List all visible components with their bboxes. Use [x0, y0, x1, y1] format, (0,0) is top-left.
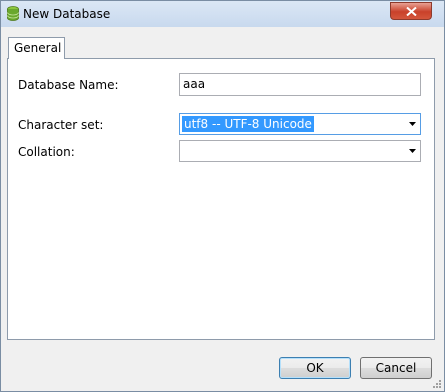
character-set-select[interactable]: utf8 -- UTF-8 Unicode	[179, 113, 421, 135]
title-bar[interactable]: New Database	[1, 1, 444, 27]
ok-button[interactable]: OK	[279, 357, 351, 379]
close-button[interactable]	[390, 2, 432, 20]
new-database-dialog: New Database General Database Name: Char…	[0, 0, 445, 392]
cancel-button[interactable]: Cancel	[360, 357, 432, 379]
database-icon	[7, 6, 19, 21]
collation-label: Collation:	[18, 145, 75, 159]
database-name-field[interactable]	[179, 73, 421, 96]
database-name-input[interactable]	[183, 77, 413, 91]
resize-grip-icon[interactable]	[432, 379, 442, 389]
close-icon	[406, 7, 417, 16]
collation-select[interactable]	[179, 140, 421, 162]
tab-general[interactable]: General	[8, 37, 65, 59]
database-name-label: Database Name:	[18, 78, 119, 92]
character-set-label: Character set:	[18, 118, 104, 132]
window-title: New Database	[23, 7, 111, 21]
chevron-down-icon[interactable]	[409, 149, 416, 153]
chevron-down-icon[interactable]	[409, 122, 416, 126]
tab-general-label: General	[14, 41, 62, 55]
general-panel	[7, 58, 435, 340]
collation-value	[182, 143, 186, 159]
character-set-value: utf8 -- UTF-8 Unicode	[182, 116, 314, 132]
